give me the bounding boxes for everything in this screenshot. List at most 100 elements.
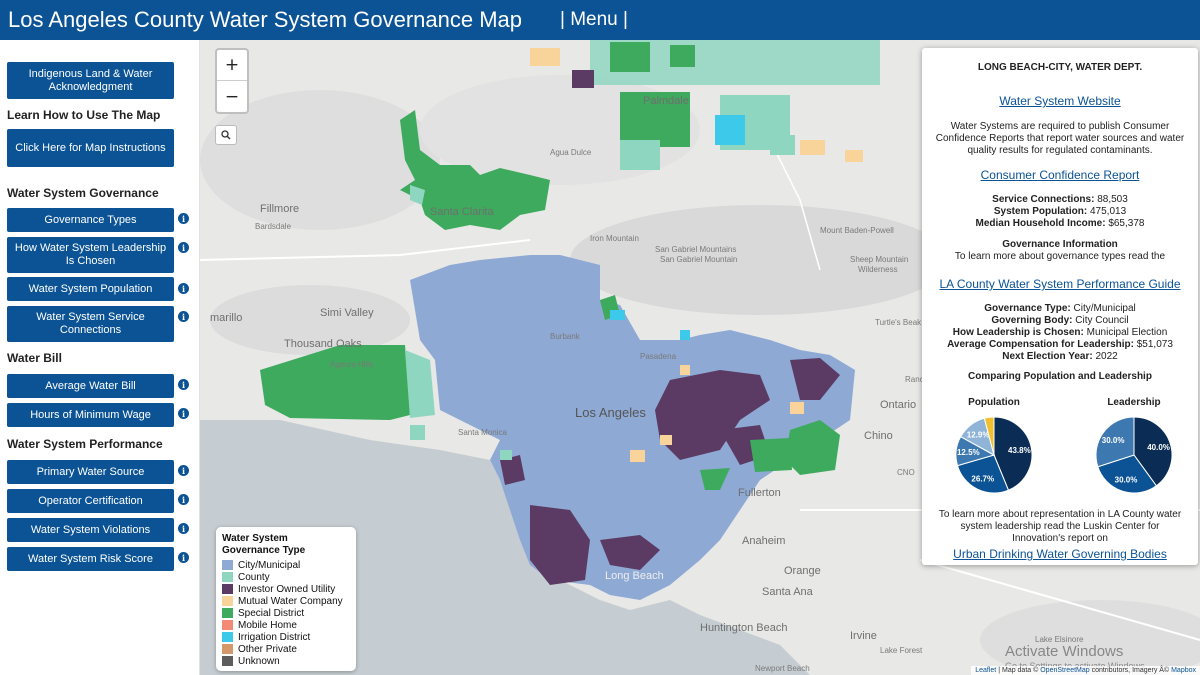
legend-item: Mutual Water Company: [222, 595, 350, 607]
performance-guide-link[interactable]: LA County Water System Performance Guide: [940, 277, 1181, 291]
map-legend: Water System Governance Type City/Munici…: [216, 527, 356, 671]
map-label-agua-dulce: Agua Dulce: [550, 148, 592, 157]
info-icon[interactable]: i: [178, 465, 189, 476]
map-label-ontario: Ontario: [880, 399, 917, 411]
info-icon[interactable]: i: [178, 494, 189, 505]
hours-minimum-wage-button[interactable]: Hours of Minimum Wage: [7, 403, 174, 427]
map-label-santa-monica: Santa Monica: [458, 428, 507, 437]
learn-heading: Learn How to Use The Map: [7, 108, 161, 122]
ccr-text-3: quality results for regulated contaminan…: [967, 145, 1153, 156]
map-label-santa-clarita: Santa Clarita: [430, 206, 494, 218]
map-label-simi-valley: Simi Valley: [320, 307, 374, 319]
menu-button[interactable]: | Menu |: [560, 9, 628, 31]
info-icon[interactable]: i: [178, 408, 189, 419]
map-label-mount-baden-powell: Mount Baden-Powell: [820, 226, 894, 235]
map-attribution: Leaflet | Map data © OpenStreetMap contr…: [971, 666, 1200, 675]
election-row: Next Election Year: 2022: [1002, 351, 1118, 362]
pie-data-label: 43.8%: [1008, 446, 1031, 455]
info-icon[interactable]: i: [178, 552, 189, 563]
map-label-huntington-beach: Huntington Beach: [700, 622, 788, 634]
water-system-risk-score-button[interactable]: Water System Risk Score: [7, 547, 174, 571]
pie-data-label: 12.5%: [957, 448, 980, 457]
water-system-popup: LONG BEACH-CITY, WATER DEPT. Water Syste…: [922, 48, 1198, 565]
water-system-violations-button[interactable]: Water System Violations: [7, 518, 174, 542]
zoom-out-button[interactable]: −: [217, 81, 247, 112]
map-label-fillmore: Fillmore: [260, 203, 300, 215]
map-label-agoura-hills: Agoura Hills: [330, 360, 374, 369]
osm-link[interactable]: OpenStreetMap: [1040, 667, 1089, 674]
map-instructions-button[interactable]: Click Here for Map Instructions: [7, 129, 174, 167]
legend-label: Other Private: [238, 643, 297, 655]
legend-item: Unknown: [222, 655, 350, 667]
map-label-fullerton: Fullerton: [738, 487, 781, 499]
ccr-text-2: Confidence Reports that report water sou…: [935, 133, 1185, 144]
mapbox-link[interactable]: Mapbox: [1171, 667, 1196, 674]
windows-watermark-title: Activate Windows: [1005, 643, 1124, 660]
average-water-bill-button[interactable]: Average Water Bill: [7, 374, 174, 398]
pie-data-label: 26.7%: [971, 474, 994, 483]
leaflet-link[interactable]: Leaflet: [975, 667, 996, 674]
info-icon[interactable]: i: [178, 523, 189, 534]
legend-label: Investor Owned Utility: [238, 583, 336, 595]
map-label-iron-mountain: Iron Mountain: [590, 234, 639, 243]
income-row: Median Household Income: $65,378: [975, 218, 1145, 229]
governance-info-text: To learn more about governance types rea…: [954, 251, 1166, 262]
water-system-population-button[interactable]: Water System Population: [7, 277, 174, 301]
legend-item: County: [222, 571, 350, 583]
gov-type-row: Governance Type: City/Municipal: [984, 303, 1136, 314]
info-icon[interactable]: i: [178, 283, 189, 294]
map-label-chino: Chino: [864, 430, 893, 442]
map-view[interactable]: Palmdale Agua Dulce Fillmore Bardsdale S…: [200, 40, 1200, 675]
zoom-in-button[interactable]: +: [217, 50, 247, 81]
map-label-palmdale: Palmdale: [643, 95, 689, 107]
info-icon[interactable]: i: [178, 242, 189, 253]
map-label-san-gabriel-mountains: San Gabriel Mountains: [655, 245, 737, 254]
legend-swatch: [222, 572, 233, 582]
population-row: System Population: 475,013: [993, 206, 1127, 217]
map-label-sheep-mountain: Sheep Mountain: [850, 255, 909, 264]
land-acknowledgment-button[interactable]: Indigenous Land & Water Acknowledgment: [7, 62, 174, 99]
legend-swatch: [222, 560, 233, 570]
service-connections-button[interactable]: Water System Service Connections: [7, 306, 174, 342]
legend-label: Mobile Home: [238, 619, 297, 631]
governing-bodies-link[interactable]: Urban Drinking Water Governing Bodies: [953, 547, 1167, 561]
legend-label: Irrigation District: [238, 631, 311, 643]
legend-swatch: [222, 632, 233, 642]
legend-label: Unknown: [238, 655, 280, 667]
legend-label: Special District: [238, 607, 305, 619]
map-label-pasadena: Pasadena: [640, 352, 677, 361]
legend-swatch: [222, 608, 233, 618]
map-label-santa-ana: Santa Ana: [762, 586, 813, 598]
info-icon[interactable]: i: [178, 311, 189, 322]
leadership-chosen-button[interactable]: How Water System Leadership Is Chosen: [7, 237, 174, 273]
map-search-button[interactable]: [215, 125, 237, 145]
legend-title-line1: Water System: [222, 533, 288, 544]
info-icon[interactable]: i: [178, 379, 189, 390]
map-label-bardsdale: Bardsdale: [255, 222, 292, 231]
primary-water-source-button[interactable]: Primary Water Source: [7, 460, 174, 484]
governance-types-button[interactable]: Governance Types: [7, 208, 174, 232]
system-name: LONG BEACH-CITY, WATER DEPT.: [977, 62, 1143, 73]
info-icon[interactable]: i: [178, 213, 189, 224]
ccr-link[interactable]: Consumer Confidence Report: [981, 168, 1140, 182]
legend-items: City/Municipal County Investor Owned Utili…: [222, 559, 350, 667]
compensation-row: Average Compensation for Leadership: $51…: [947, 339, 1173, 350]
map-label-turtles-beak: Turtle's Beak: [875, 318, 922, 327]
legend-label: Mutual Water Company: [238, 595, 343, 607]
operator-certification-button[interactable]: Operator Certification: [7, 489, 174, 513]
governance-info-heading: Governance Information: [1002, 239, 1118, 250]
legend-label: City/Municipal: [238, 559, 301, 571]
pie-data-label: 12.9%: [967, 431, 990, 440]
water-system-website-link[interactable]: Water System Website: [999, 94, 1120, 108]
map-label-anaheim: Anaheim: [742, 535, 786, 547]
leadership-row: How Leadership is Chosen: Municipal Elec…: [952, 327, 1168, 338]
map-label-los-angeles: Los Angeles: [575, 405, 646, 420]
rep-text-3: Innovation's report on: [1012, 533, 1108, 544]
legend-item: Other Private: [222, 643, 350, 655]
map-label-lake-forest: Lake Forest: [880, 646, 923, 655]
governance-heading: Water System Governance: [7, 186, 159, 200]
pie-title: Leadership: [1107, 397, 1160, 408]
map-label-wilderness: Wilderness: [858, 265, 898, 274]
legend-swatch: [222, 644, 233, 654]
map-label-burbank: Burbank: [550, 332, 580, 341]
